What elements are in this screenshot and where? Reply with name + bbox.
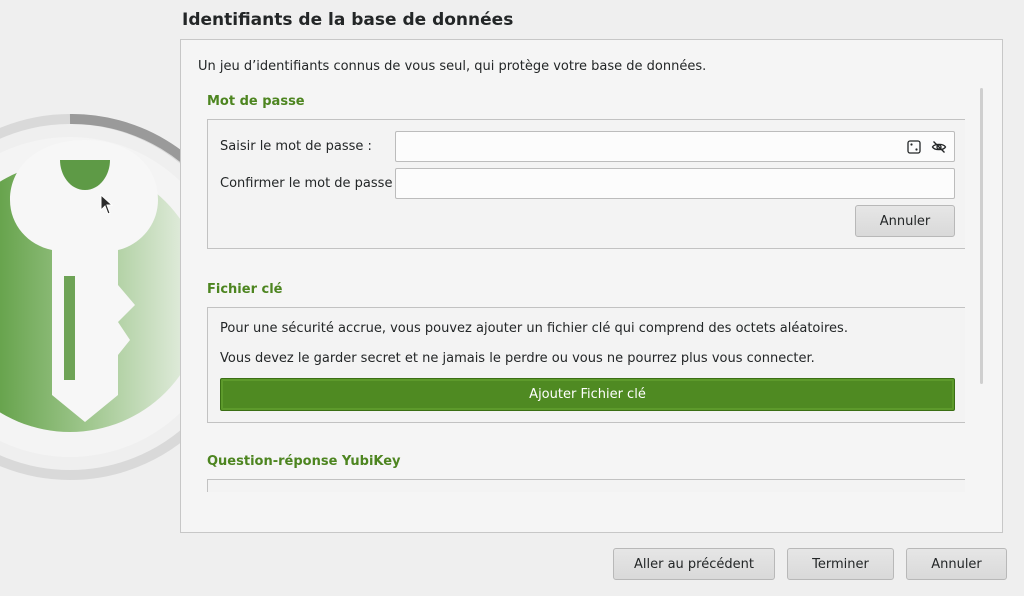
password-section-title: Mot de passe: [207, 94, 305, 109]
credentials-scroll-area[interactable]: Mot de passe Saisir le mot de passe : Co…: [199, 86, 965, 492]
scrollbar-thumb[interactable]: [980, 88, 983, 384]
yubikey-group: [207, 479, 965, 492]
password-group: Saisir le mot de passe : Confirmer le mo…: [207, 119, 965, 249]
scrollbar[interactable]: [979, 86, 985, 492]
page-title: Identifiants de la base de données: [182, 10, 514, 30]
mouse-pointer-icon: [100, 194, 114, 215]
yubikey-section-title: Question-réponse YubiKey: [207, 454, 401, 469]
keyfile-group: Pour une sécurité accrue, vous pouvez aj…: [207, 307, 965, 423]
keyfile-section-title: Fichier clé: [207, 282, 283, 297]
eye-slash-icon[interactable]: [931, 139, 947, 155]
confirm-password-label: Confirmer le mot de passe :: [220, 176, 401, 191]
back-button[interactable]: Aller au précédent: [613, 548, 775, 580]
intro-text: Un jeu d’identifiants connus de vous seu…: [198, 59, 707, 74]
finish-button[interactable]: Terminer: [787, 548, 894, 580]
dice-icon[interactable]: [906, 139, 922, 155]
confirm-password-input[interactable]: [395, 168, 955, 199]
credentials-frame: Un jeu d’identifiants connus de vous seu…: [180, 39, 1003, 533]
cancel-button[interactable]: Annuler: [906, 548, 1007, 580]
keyfile-info-line2: Vous devez le garder secret et ne jamais…: [220, 351, 815, 366]
enter-password-label: Saisir le mot de passe :: [220, 139, 372, 154]
password-cancel-button[interactable]: Annuler: [855, 205, 955, 237]
keyfile-info-line1: Pour une sécurité accrue, vous pouvez aj…: [220, 321, 848, 336]
password-input[interactable]: [395, 131, 955, 162]
add-keyfile-button[interactable]: Ajouter Fichier clé: [220, 378, 955, 411]
